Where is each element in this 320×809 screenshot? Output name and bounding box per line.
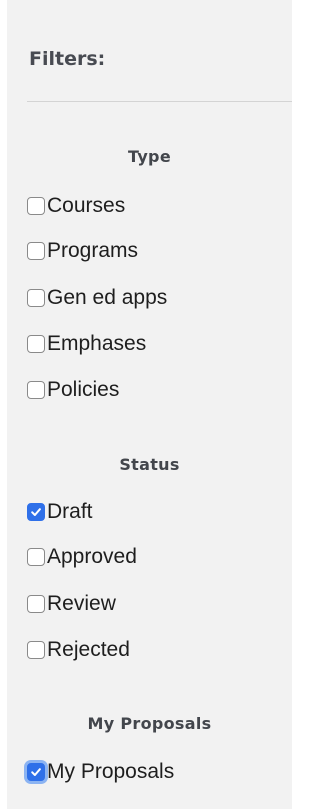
filter-option-policies[interactable]: Policies xyxy=(27,376,119,404)
filter-option-label: Rejected xyxy=(47,638,130,661)
filter-option-label: Review xyxy=(47,592,116,615)
checkbox[interactable] xyxy=(27,548,45,566)
filter-option-emphases[interactable]: Emphases xyxy=(27,330,146,358)
filters-panel: Filters: Type Courses Programs Gen ed ap… xyxy=(7,0,292,809)
filter-option-label: Programs xyxy=(47,239,139,262)
filter-option-label: Emphases xyxy=(47,332,147,355)
filters-divider xyxy=(27,101,292,102)
checkbox-checked[interactable] xyxy=(27,763,45,781)
status-group-heading: Status xyxy=(119,455,180,474)
checkbox[interactable] xyxy=(27,595,45,613)
checkbox[interactable] xyxy=(27,242,45,260)
checkbox[interactable] xyxy=(27,197,45,215)
filter-option-label: Draft xyxy=(47,500,93,523)
checkbox[interactable] xyxy=(27,381,45,399)
filter-option-courses[interactable]: Courses xyxy=(27,192,125,220)
my-proposals-group-heading: My Proposals xyxy=(87,714,212,733)
checkbox-checked[interactable] xyxy=(27,503,45,521)
filter-option-programs[interactable]: Programs xyxy=(27,237,138,265)
checkbox[interactable] xyxy=(27,641,45,659)
checkmark-icon xyxy=(31,768,41,776)
filter-option-label: Gen ed apps xyxy=(47,286,168,309)
filter-option-label: Policies xyxy=(47,378,120,401)
filter-option-label: Courses xyxy=(47,194,126,217)
filter-option-approved[interactable]: Approved xyxy=(27,543,137,571)
filter-option-label: Approved xyxy=(47,545,137,568)
filter-option-review[interactable]: Review xyxy=(27,590,116,618)
checkmark-icon xyxy=(31,508,41,516)
filter-option-draft[interactable]: Draft xyxy=(27,498,93,526)
type-group-heading: Type xyxy=(128,147,171,166)
checkbox[interactable] xyxy=(27,289,45,307)
filters-title: Filters: xyxy=(29,48,106,70)
filter-option-my-proposals[interactable]: My Proposals xyxy=(27,758,174,786)
filter-option-gen-ed-apps[interactable]: Gen ed apps xyxy=(27,284,167,312)
filter-option-label: My Proposals xyxy=(47,760,175,783)
filter-option-rejected[interactable]: Rejected xyxy=(27,636,130,664)
checkbox[interactable] xyxy=(27,335,45,353)
